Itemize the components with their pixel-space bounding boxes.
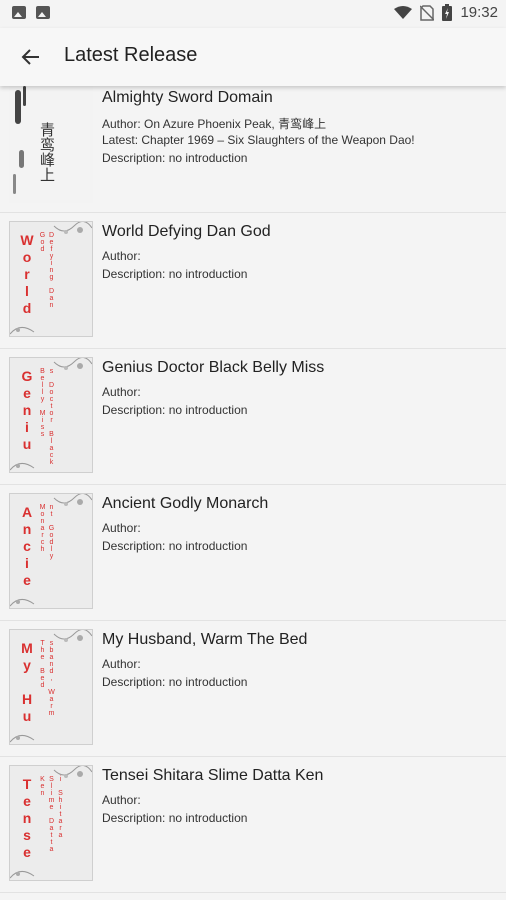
cover-title-small: sband, Warm The Bed <box>39 640 55 717</box>
book-row[interactable]: World Defying Dan God World Defying Dan … <box>0 213 506 349</box>
battery-icon <box>442 4 453 21</box>
cover-title: 青鸾峰上 <box>38 122 56 182</box>
book-cover: Ancie nt Godly Monarch <box>9 493 93 609</box>
book-cover: Tense i Shitara Slime Datta Ken <box>9 765 93 881</box>
book-cover: Geniu s Doctor Black Belly Miss <box>9 357 93 473</box>
book-description: Description: no introduction <box>102 267 248 281</box>
page-title: Latest Release <box>64 44 198 66</box>
book-row[interactable]: Ancie nt Godly Monarch Ancient Godly Mon… <box>0 485 506 621</box>
book-description: Description: no introduction <box>102 675 248 689</box>
book-title[interactable]: Almighty Sword Domain <box>102 89 273 107</box>
book-description: Description: no introduction <box>102 811 248 825</box>
book-cover: 青鸾峰上 <box>9 86 93 203</box>
book-row[interactable]: Tense i Shitara Slime Datta Ken Tensei S… <box>0 757 506 893</box>
cover-title-large: Tense <box>19 776 35 861</box>
vine-ornament-icon <box>10 735 35 743</box>
book-title[interactable]: My Husband, Warm The Bed <box>102 631 307 649</box>
back-button[interactable] <box>14 42 46 72</box>
book-author: Author: On Azure Phoenix Peak, 青鸾峰上 <box>102 117 327 131</box>
vine-ornament-icon <box>10 463 35 471</box>
cover-title-large: World <box>19 232 35 317</box>
app-bar: Latest Release <box>0 28 506 86</box>
book-row[interactable]: My Hu sband, Warm The Bed My Husband, Wa… <box>0 621 506 757</box>
cover-title-large: Geniu <box>19 368 35 453</box>
cover-title-small: s Doctor Black Belly Miss <box>39 368 55 466</box>
cover-title-small: nt Godly Monarch <box>39 504 55 560</box>
book-cover: My Hu sband, Warm The Bed <box>9 629 93 745</box>
vine-ornament-icon <box>53 222 92 234</box>
book-description: Description: no introduction <box>102 403 248 417</box>
book-list[interactable]: 青鸾峰上 Almighty Sword Domain Author: On Az… <box>0 86 506 900</box>
book-author: Author: <box>102 521 141 535</box>
book-row[interactable]: 青鸾峰上 Almighty Sword Domain Author: On Az… <box>0 86 506 213</box>
vine-ornament-icon <box>53 358 92 370</box>
book-title[interactable]: Tensei Shitara Slime Datta Ken <box>102 767 323 785</box>
clock: 19:32 <box>460 4 498 21</box>
book-title[interactable]: Genius Doctor Black Belly Miss <box>102 359 324 377</box>
vine-ornament-icon <box>10 327 35 335</box>
vine-ornament-icon <box>53 630 92 642</box>
book-row[interactable]: Geniu s Doctor Black Belly Miss Genius D… <box>0 349 506 485</box>
no-sim-icon <box>420 4 435 21</box>
book-description: Description: no introduction <box>102 151 248 165</box>
book-author: Author: <box>102 657 141 671</box>
book-cover: World Defying Dan God <box>9 221 93 337</box>
vine-ornament-icon <box>10 871 35 879</box>
cover-title-large: My Hu <box>19 640 35 725</box>
image-notification-icon <box>36 6 50 19</box>
cover-title-small: i Shitara Slime Datta Ken <box>39 776 64 853</box>
status-bar: 19:32 <box>0 0 506 28</box>
book-author: Author: <box>102 249 141 263</box>
cover-title-large: Ancie <box>19 504 35 589</box>
book-author: Author: <box>102 793 141 807</box>
arrow-left-icon <box>21 49 39 65</box>
cover-title-small: Defying Dan God <box>39 232 55 309</box>
book-title[interactable]: World Defying Dan God <box>102 223 271 241</box>
wifi-icon <box>394 5 413 19</box>
vine-ornament-icon <box>53 494 92 506</box>
book-title[interactable]: Ancient Godly Monarch <box>102 495 268 513</box>
vine-ornament-icon <box>10 599 35 607</box>
book-latest-chapter: Latest: Chapter 1969 – Six Slaughters of… <box>102 133 415 147</box>
book-description: Description: no introduction <box>102 539 248 553</box>
book-author: Author: <box>102 385 141 399</box>
gallery-notification-icon <box>12 6 26 19</box>
